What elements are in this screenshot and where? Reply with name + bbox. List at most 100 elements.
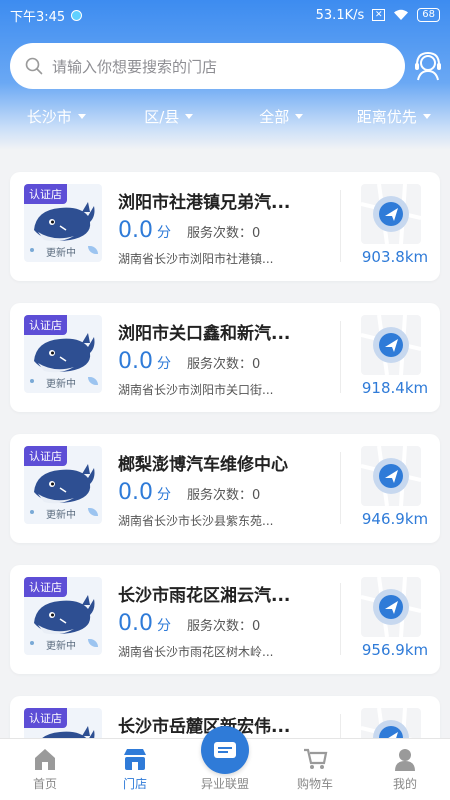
map-thumbnail[interactable] — [361, 315, 421, 375]
filter-sort-label: 距离优先 — [356, 107, 417, 126]
store-distance: 918.4km — [361, 379, 429, 397]
caret-down-icon — [422, 113, 431, 119]
updating-label: 更新中 — [46, 510, 76, 521]
dot-icon — [30, 641, 34, 645]
store-address: 湖南省长沙市浏阳市社港镇... — [118, 252, 274, 266]
filter-sort[interactable]: 距离优先 — [338, 100, 450, 132]
store-thumbnail: 认证店 更新中 — [24, 446, 102, 524]
updating-label: 更新中 — [46, 641, 76, 652]
certified-badge: 认证店 — [24, 446, 67, 466]
store-score: 0.0 — [118, 611, 153, 636]
store-name: 浏阳市社港镇兄弟汽... — [118, 193, 291, 213]
tab-profile[interactable]: 我的 — [360, 739, 450, 800]
status-bar: 下午3:45 53.1K/s ✕ 68 — [0, 0, 450, 30]
store-distance: 956.9km — [361, 641, 429, 659]
divider — [340, 321, 341, 393]
score-unit: 分 — [157, 487, 171, 503]
alliance-center-button[interactable] — [201, 726, 249, 774]
service-count: 服务次数：0 — [187, 357, 261, 372]
service-count: 服务次数：0 — [187, 488, 261, 503]
caret-down-icon — [295, 113, 304, 119]
profile-icon — [395, 749, 415, 771]
tab-profile-label: 我的 — [392, 777, 417, 791]
search-input[interactable]: 请输入你想要搜索的门店 — [10, 43, 405, 89]
navigate-icon — [361, 184, 421, 244]
cart-icon — [304, 748, 328, 769]
store-distance: 903.8km — [361, 248, 429, 266]
store-score: 0.0 — [118, 218, 153, 243]
tab-home[interactable]: 首页 — [0, 739, 90, 800]
store-address: 湖南省长沙市长沙县紫东苑... — [118, 514, 274, 528]
score-row: 0.0 分 服务次数：0 — [118, 611, 260, 636]
score-unit: 分 — [157, 225, 171, 241]
divider — [340, 190, 341, 262]
filter-category-label: 全部 — [259, 107, 290, 126]
store-score: 0.0 — [118, 480, 153, 505]
certified-badge: 认证店 — [24, 577, 67, 597]
store-thumbnail: 认证店 更新中 — [24, 315, 102, 393]
tab-home-label: 首页 — [32, 777, 57, 791]
divider — [340, 583, 341, 655]
map-thumbnail[interactable] — [361, 446, 421, 506]
updating-label: 更新中 — [46, 248, 76, 259]
updating-label: 更新中 — [46, 379, 76, 390]
navigate-icon — [361, 577, 421, 637]
certified-badge: 认证店 — [24, 184, 67, 204]
store-icon — [124, 749, 146, 770]
store-address: 湖南省长沙市浏阳市关口街... — [118, 383, 274, 397]
filter-bar: 长沙市 区/县 全部 距离优先 — [0, 100, 450, 132]
store-name: 长沙市雨花区湘云汽... — [118, 586, 291, 606]
tab-alliance-label: 异业联盟 — [200, 777, 249, 791]
map-thumbnail[interactable] — [361, 184, 421, 244]
tab-stores-label: 门店 — [122, 777, 147, 791]
score-unit: 分 — [157, 356, 171, 372]
store-card[interactable]: 认证店 更新中 榔梨澎博汽车维修中心 0.0 分 服务次数：0 湖南省长沙市长沙… — [10, 434, 440, 543]
store-score: 0.0 — [118, 349, 153, 374]
filter-category[interactable]: 全部 — [225, 100, 338, 132]
home-icon — [35, 749, 55, 770]
tab-stores[interactable]: 门店 — [90, 739, 180, 800]
certified-badge: 认证店 — [24, 315, 67, 335]
filter-city-label: 长沙市 — [26, 107, 72, 126]
battery-icon: 68 — [417, 8, 440, 22]
status-time: 下午3:45 — [10, 9, 66, 25]
app-notification-icon — [71, 9, 83, 21]
caret-down-icon — [185, 113, 194, 119]
certified-badge: 认证店 — [24, 708, 67, 728]
caret-down-icon — [77, 113, 86, 119]
dot-icon — [30, 379, 34, 383]
filter-district[interactable]: 区/县 — [113, 100, 226, 132]
card-icon — [214, 742, 236, 758]
network-speed: 53.1K/s — [315, 7, 365, 23]
store-address: 湖南省长沙市雨花区树木岭... — [118, 645, 274, 659]
store-card[interactable]: 认证店 更新中 长沙市雨花区湘云汽... 0.0 分 服务次数：0 湖南省长沙市… — [10, 565, 440, 674]
score-unit: 分 — [157, 618, 171, 634]
filter-district-label: 区/县 — [144, 107, 180, 126]
store-name: 榔梨澎博汽车维修中心 — [118, 455, 288, 475]
map-thumbnail[interactable] — [361, 577, 421, 637]
dot-icon — [30, 248, 34, 252]
store-card[interactable]: 认证店 更新中 浏阳市关口鑫和新汽... 0.0 分 服务次数：0 湖南省长沙市… — [10, 303, 440, 412]
customer-service-icon[interactable] — [412, 50, 444, 82]
navigate-icon — [361, 315, 421, 375]
dot-icon — [30, 510, 34, 514]
score-row: 0.0 分 服务次数：0 — [118, 349, 260, 374]
navigate-icon — [361, 446, 421, 506]
store-distance: 946.9km — [361, 510, 429, 528]
search-placeholder: 请输入你想要搜索的门店 — [52, 57, 218, 76]
score-row: 0.0 分 服务次数：0 — [118, 480, 260, 505]
search-icon — [25, 57, 43, 75]
tab-cart-label: 购物车 — [296, 777, 333, 791]
filter-city[interactable]: 长沙市 — [0, 100, 113, 132]
divider — [340, 452, 341, 524]
store-thumbnail: 认证店 更新中 — [24, 184, 102, 262]
sim-off-icon: ✕ — [372, 9, 386, 21]
store-card[interactable]: 认证店 更新中 浏阳市社港镇兄弟汽... 0.0 分 服务次数：0 湖南省长沙市… — [10, 172, 440, 281]
wifi-icon — [394, 9, 409, 20]
tab-cart[interactable]: 购物车 — [270, 739, 360, 800]
service-count: 服务次数：0 — [187, 226, 261, 241]
service-count: 服务次数：0 — [187, 619, 261, 634]
store-thumbnail: 认证店 更新中 — [24, 577, 102, 655]
score-row: 0.0 分 服务次数：0 — [118, 218, 260, 243]
store-name: 浏阳市关口鑫和新汽... — [118, 324, 291, 344]
